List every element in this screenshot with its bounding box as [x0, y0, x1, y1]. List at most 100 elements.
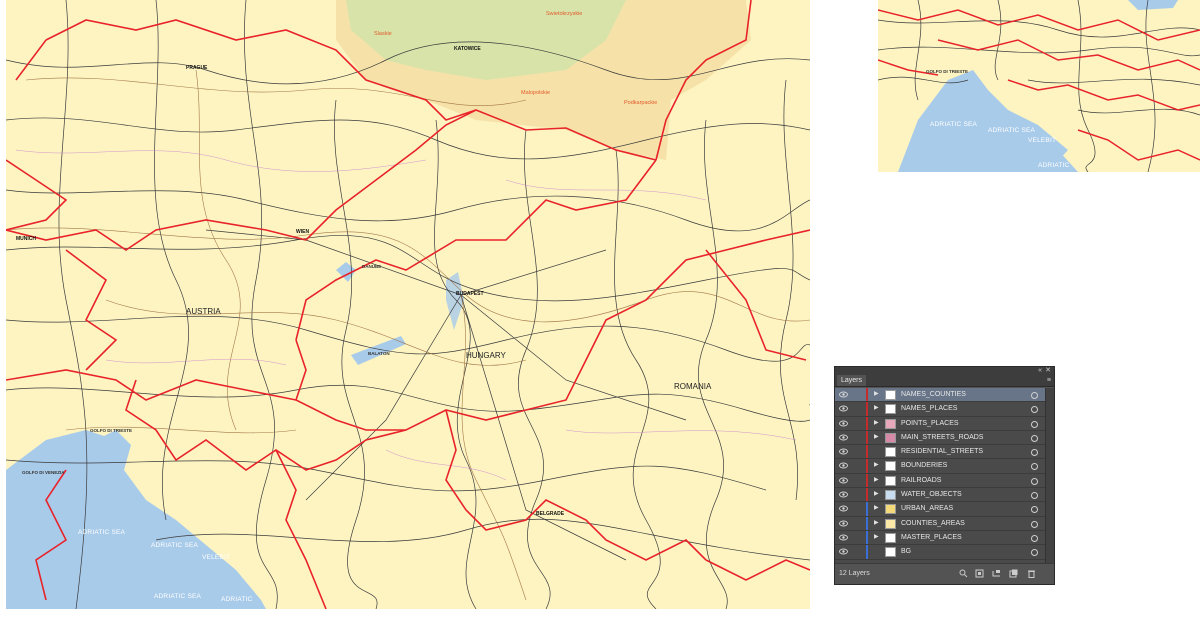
- country-label-romania: ROMANIA: [674, 382, 712, 391]
- target-circle-icon[interactable]: [1031, 520, 1038, 528]
- expand-arrow-icon[interactable]: ▶: [874, 391, 879, 398]
- inset-sea-label-adriatic-2: ADRIATIC SEA: [988, 127, 1036, 134]
- region-label-malopolskie: Malopolskie: [521, 90, 551, 96]
- layer-name[interactable]: URBAN_AREAS: [901, 505, 953, 513]
- city-label-belgrade: BELGRADE: [536, 511, 565, 517]
- expand-arrow-icon[interactable]: ▶: [874, 420, 879, 427]
- visibility-eye-icon[interactable]: [839, 505, 848, 512]
- inset-map-canvas[interactable]: ADRIATIC SEA ADRIATIC SEA VELEBIT ADRIAT…: [878, 0, 1200, 172]
- layer-name[interactable]: BG: [901, 548, 911, 556]
- visibility-eye-icon[interactable]: [839, 548, 848, 555]
- layer-color-bar: [866, 502, 868, 516]
- layer-thumbnail: [885, 490, 896, 501]
- expand-arrow-icon[interactable]: ▶: [874, 434, 879, 441]
- visibility-eye-icon[interactable]: [839, 534, 848, 541]
- visibility-eye-icon[interactable]: [839, 520, 848, 527]
- layer-row[interactable]: BG: [835, 545, 1054, 560]
- expand-arrow-icon[interactable]: ▶: [874, 477, 879, 484]
- inset-place-label-velebit: VELEBIT: [1028, 137, 1057, 144]
- inset-sea-label-adriatic-3: ADRIATIC: [1038, 162, 1070, 169]
- layer-color-bar: [866, 459, 868, 473]
- target-circle-icon[interactable]: [1031, 549, 1038, 557]
- layer-name[interactable]: POINTS_PLACES: [901, 420, 959, 428]
- layer-name[interactable]: WATER_OBJECTS: [901, 491, 962, 499]
- tab-layers[interactable]: Layers: [837, 375, 867, 386]
- layer-name[interactable]: MASTER_PLACES: [901, 534, 962, 542]
- expand-arrow-icon[interactable]: ▶: [874, 520, 879, 527]
- visibility-eye-icon[interactable]: [839, 491, 848, 498]
- layers-panel: « ✕ Layers ≡ ▶ NAMES_COUNTIES ▶ NAMES_PLACE…: [834, 366, 1055, 585]
- layer-name[interactable]: RESIDENTIAL_STREETS: [901, 448, 983, 456]
- create-new-layer-icon[interactable]: [1009, 569, 1018, 578]
- target-circle-icon[interactable]: [1031, 463, 1038, 471]
- visibility-eye-icon[interactable]: [839, 477, 848, 484]
- panel-title-bar[interactable]: « ✕: [835, 367, 1054, 375]
- target-circle-icon[interactable]: [1031, 534, 1038, 542]
- layer-thumbnail: [885, 504, 896, 515]
- target-circle-icon[interactable]: [1031, 449, 1038, 457]
- layer-name[interactable]: MAIN_STREETS_ROADS: [901, 434, 983, 442]
- layer-row[interactable]: ▶ WATER_OBJECTS: [835, 488, 1054, 503]
- layer-row[interactable]: ▶ MAIN_STREETS_ROADS: [835, 430, 1054, 446]
- target-circle-icon[interactable]: [1031, 420, 1038, 428]
- layer-row[interactable]: ▶ URBAN_AREAS: [835, 502, 1054, 517]
- layer-name[interactable]: BOUNDERIES: [901, 462, 947, 470]
- visibility-eye-icon[interactable]: [839, 420, 848, 427]
- close-panel-icon[interactable]: ✕: [1045, 367, 1051, 375]
- visibility-eye-icon[interactable]: [839, 405, 848, 412]
- target-circle-icon[interactable]: [1031, 392, 1038, 399]
- layer-row[interactable]: ▶ RAILROADS: [835, 473, 1054, 489]
- layer-list[interactable]: ▶ NAMES_COUNTIES ▶ NAMES_PLACES ▶ POINTS_PLAC…: [835, 388, 1054, 564]
- visibility-eye-icon[interactable]: [839, 462, 848, 469]
- target-circle-icon[interactable]: [1031, 492, 1038, 500]
- layer-color-bar: [866, 416, 868, 430]
- target-circle-icon[interactable]: [1031, 406, 1038, 414]
- layer-thumbnail: [885, 547, 896, 558]
- target-circle-icon[interactable]: [1031, 506, 1038, 514]
- layer-name[interactable]: NAMES_PLACES: [901, 405, 957, 413]
- region-label-podkarpackie: Podkarpackie: [624, 100, 658, 106]
- country-label-austria: AUSTRIA: [186, 307, 221, 316]
- layer-thumbnail: [885, 532, 896, 543]
- layer-name[interactable]: NAMES_COUNTIES: [901, 391, 966, 399]
- layer-color-bar: [866, 530, 868, 545]
- target-circle-icon[interactable]: [1031, 434, 1038, 442]
- layer-list-scrollbar[interactable]: [1045, 388, 1054, 564]
- expand-arrow-icon[interactable]: ▶: [874, 405, 879, 412]
- expand-arrow-icon[interactable]: ▶: [874, 491, 879, 498]
- layer-thumbnail: [885, 475, 896, 486]
- layer-color-bar: [866, 445, 868, 459]
- target-circle-icon[interactable]: [1031, 477, 1038, 485]
- expand-arrow-icon[interactable]: ▶: [874, 505, 879, 512]
- region-label-slaskie: Slaskie: [374, 31, 392, 37]
- collapse-panel-icon[interactable]: «: [1038, 367, 1042, 375]
- layer-thumbnail: [885, 432, 896, 443]
- visibility-eye-icon[interactable]: [839, 434, 848, 441]
- main-map-canvas[interactable]: PRAGUE KATOWICE WIEN MUNICH BUDAPEST BEL…: [6, 0, 810, 609]
- layer-row[interactable]: ▶ NAMES_PLACES: [835, 402, 1054, 417]
- panel-menu-icon[interactable]: ≡: [1047, 376, 1051, 385]
- place-label-balaton: BALATON: [368, 351, 390, 356]
- panel-footer: 12 Layers: [835, 563, 1054, 584]
- layer-row[interactable]: ▶ POINTS_PLACES: [835, 416, 1054, 431]
- locate-object-icon[interactable]: [959, 569, 968, 578]
- expand-arrow-icon[interactable]: ▶: [874, 462, 879, 469]
- place-label-golfo-venezia: GOLFO DI VENEZIA: [22, 470, 65, 475]
- layer-row[interactable]: ▶ NAMES_COUNTIES: [835, 388, 1054, 403]
- layer-row[interactable]: ▶ MASTER_PLACES: [835, 530, 1054, 546]
- expand-arrow-icon[interactable]: ▶: [874, 534, 879, 541]
- layer-name[interactable]: RAILROADS: [901, 477, 941, 485]
- layer-row[interactable]: ▶ COUNTIES_AREAS: [835, 516, 1054, 531]
- create-sublayer-icon[interactable]: [992, 569, 1001, 578]
- layer-color-bar: [866, 388, 868, 402]
- city-label-prague: PRAGUE: [186, 65, 208, 71]
- visibility-eye-icon[interactable]: [839, 391, 848, 398]
- layer-thumbnail: [885, 518, 896, 529]
- layer-row[interactable]: RESIDENTIAL_STREETS: [835, 445, 1054, 460]
- layer-row[interactable]: ▶ BOUNDERIES: [835, 459, 1054, 474]
- make-clipping-mask-icon[interactable]: [975, 569, 984, 578]
- delete-layer-icon[interactable]: [1027, 569, 1036, 578]
- layer-thumbnail: [885, 404, 896, 415]
- layer-name[interactable]: COUNTIES_AREAS: [901, 520, 965, 528]
- visibility-eye-icon[interactable]: [839, 448, 848, 455]
